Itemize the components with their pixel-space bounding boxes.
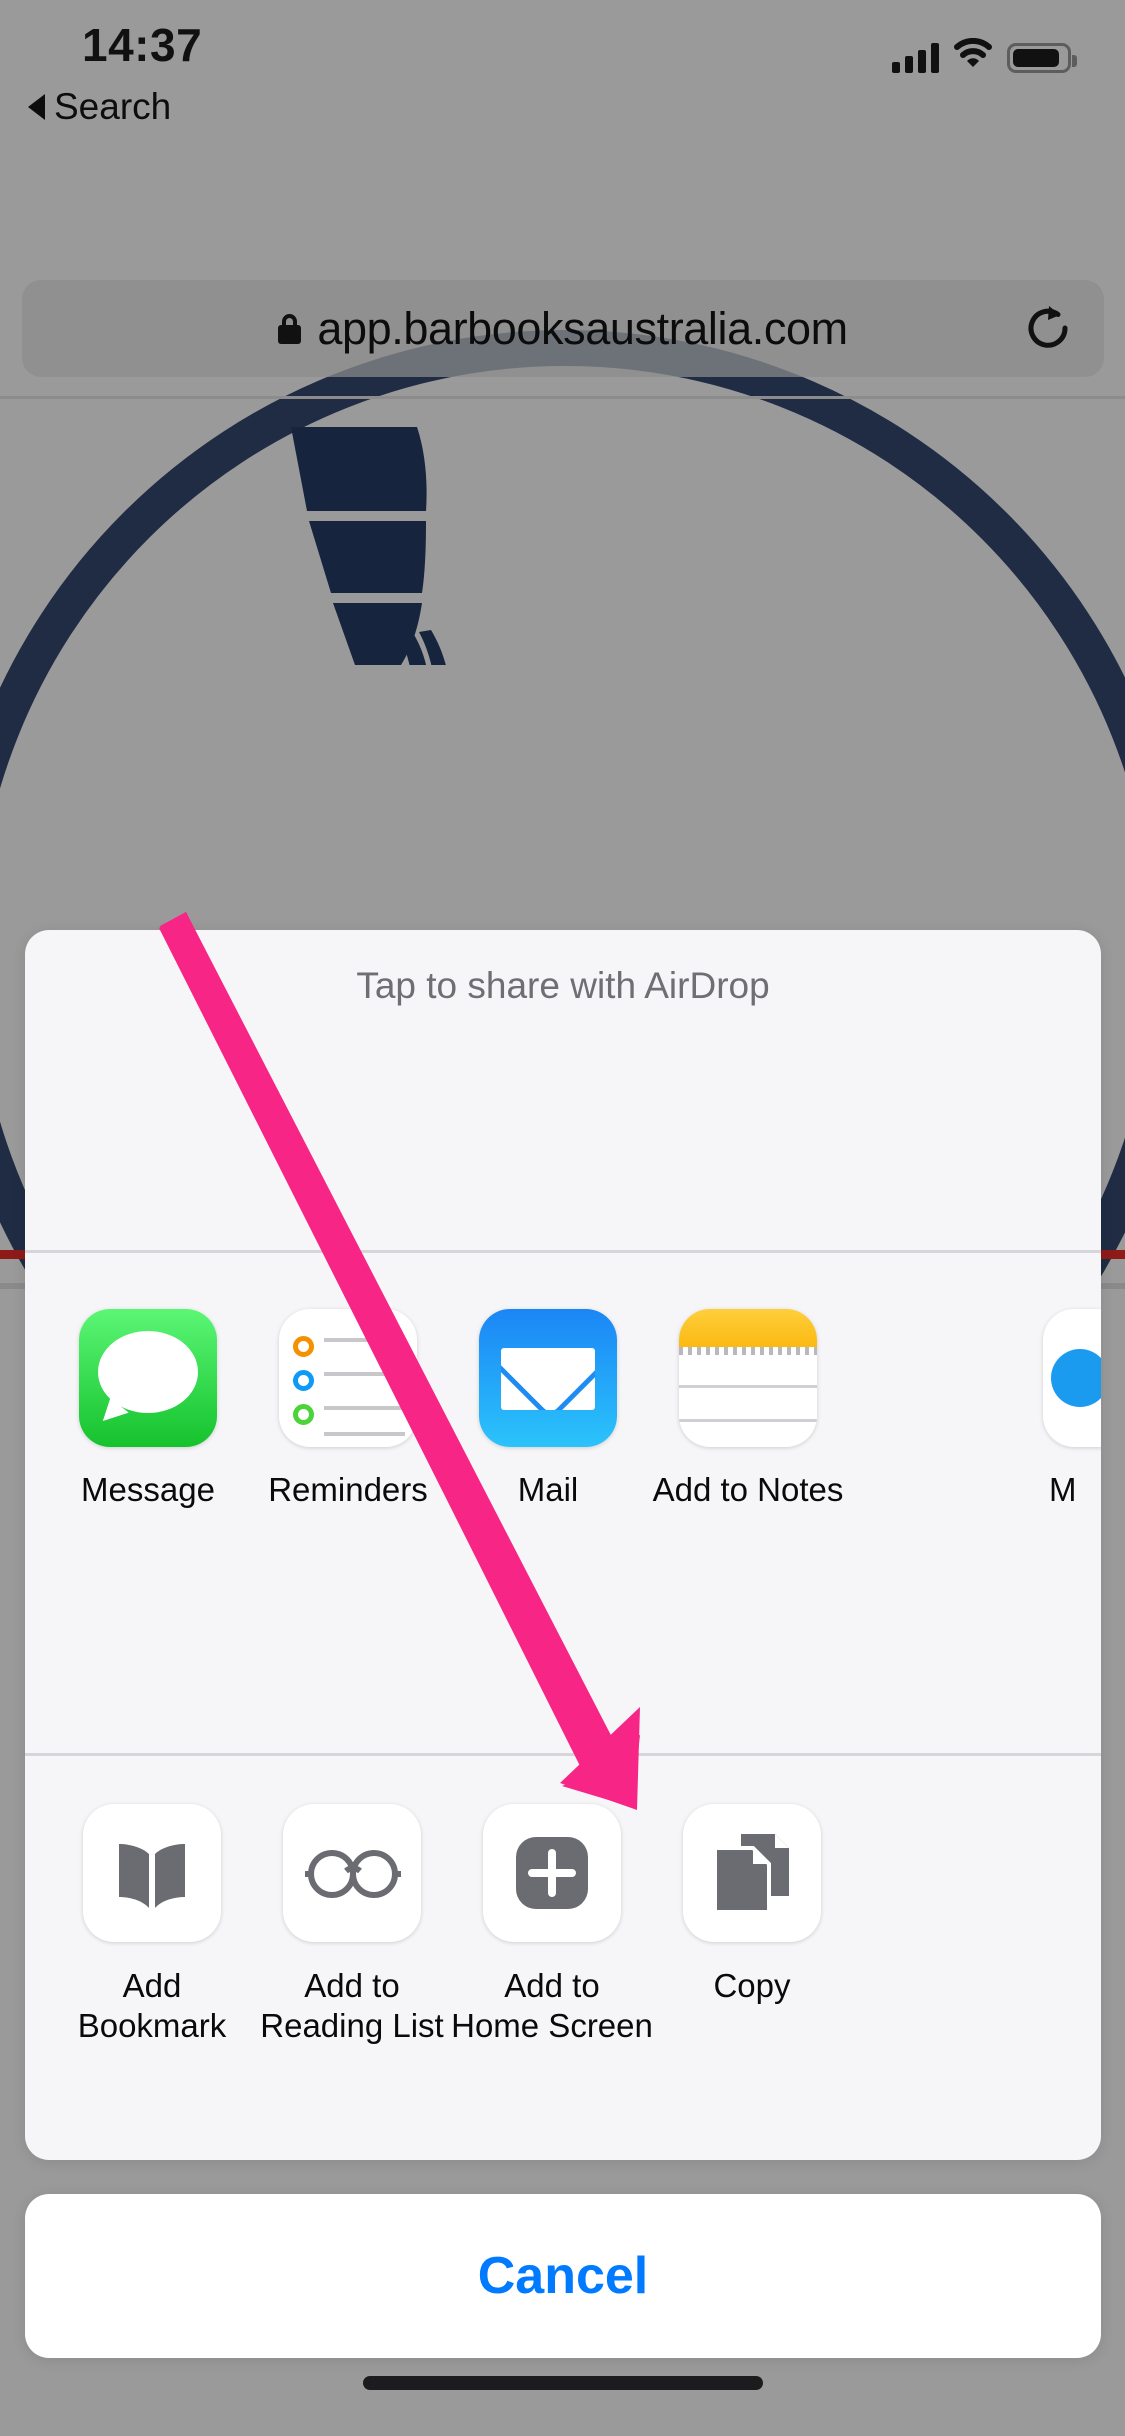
share-app-label: Mail xyxy=(517,1471,579,1508)
battery-icon xyxy=(1007,43,1077,73)
share-app-notes[interactable]: Add to Notes xyxy=(653,1253,843,1509)
copy-documents-icon xyxy=(683,1804,821,1942)
book-icon xyxy=(83,1804,221,1942)
address-bar-content: app.barbooksaustralia.com xyxy=(22,280,1104,377)
share-app-label: Reminders xyxy=(268,1471,428,1508)
action-label: Add to Reading List xyxy=(260,1967,444,2045)
airdrop-header: Tap to share with AirDrop xyxy=(356,965,770,1006)
share-app-label: M xyxy=(1049,1471,1077,1508)
url-text: app.barbooksaustralia.com xyxy=(317,302,848,354)
barbooks-logo xyxy=(285,425,465,665)
iphone-screen: 14:37 Search app.barbooksaustralia.com T… xyxy=(0,0,1125,2436)
chrome-divider xyxy=(0,396,1125,399)
share-action-row: Add Bookmark Add to Reading List Add to … xyxy=(25,1756,1101,2160)
cancel-button-label: Cancel xyxy=(477,2247,649,2305)
airdrop-target-area[interactable] xyxy=(25,1042,1101,1250)
share-app-row: Message Reminders Mail Add to Notes xyxy=(25,1253,1101,1753)
action-label: Add Bookmark xyxy=(77,1967,227,2045)
share-app-label: Add to Notes xyxy=(652,1471,844,1508)
status-bar-indicators xyxy=(892,37,1077,73)
share-sheet: Tap to share with AirDrop Message Remind… xyxy=(25,930,1101,2358)
action-add-reading-list[interactable]: Add to Reading List xyxy=(260,1756,444,2047)
share-app-message[interactable]: Message xyxy=(67,1253,229,1509)
share-app-mail[interactable]: Mail xyxy=(467,1253,629,1509)
action-add-to-home-screen[interactable]: Add to Home Screen xyxy=(451,1756,653,2047)
home-indicator-bar xyxy=(362,2376,763,2390)
plus-square-icon xyxy=(483,1804,621,1942)
messages-app-icon xyxy=(79,1309,217,1447)
lock-icon xyxy=(278,313,302,344)
cancel-button[interactable]: Cancel xyxy=(25,2194,1101,2358)
action-add-bookmark[interactable]: Add Bookmark xyxy=(71,1756,233,2047)
safari-address-bar[interactable]: app.barbooksaustralia.com xyxy=(22,280,1104,377)
share-app-reminders[interactable]: Reminders xyxy=(267,1253,429,1509)
glasses-icon xyxy=(283,1804,421,1942)
back-link-label: Search xyxy=(54,86,172,127)
share-app-label: Message xyxy=(81,1471,215,1508)
reload-icon[interactable] xyxy=(1020,300,1076,356)
status-bar-clock: 14:37 xyxy=(82,19,203,71)
reminders-app-icon xyxy=(279,1309,417,1447)
share-app-partial[interactable]: M xyxy=(1043,1309,1101,1508)
action-copy[interactable]: Copy xyxy=(671,1756,833,2006)
action-label: Copy xyxy=(713,1967,791,2004)
wifi-icon xyxy=(953,37,993,73)
action-label: Add to Home Screen xyxy=(451,1967,653,2045)
cellular-bars-icon xyxy=(892,43,939,73)
partial-app-icon xyxy=(1043,1309,1101,1447)
mail-app-icon xyxy=(479,1309,617,1447)
share-sheet-panel: Tap to share with AirDrop Message Remind… xyxy=(25,930,1101,2160)
notes-app-icon xyxy=(679,1309,817,1447)
back-triangle-icon xyxy=(28,94,45,120)
back-to-search-link[interactable]: Search xyxy=(28,86,171,128)
